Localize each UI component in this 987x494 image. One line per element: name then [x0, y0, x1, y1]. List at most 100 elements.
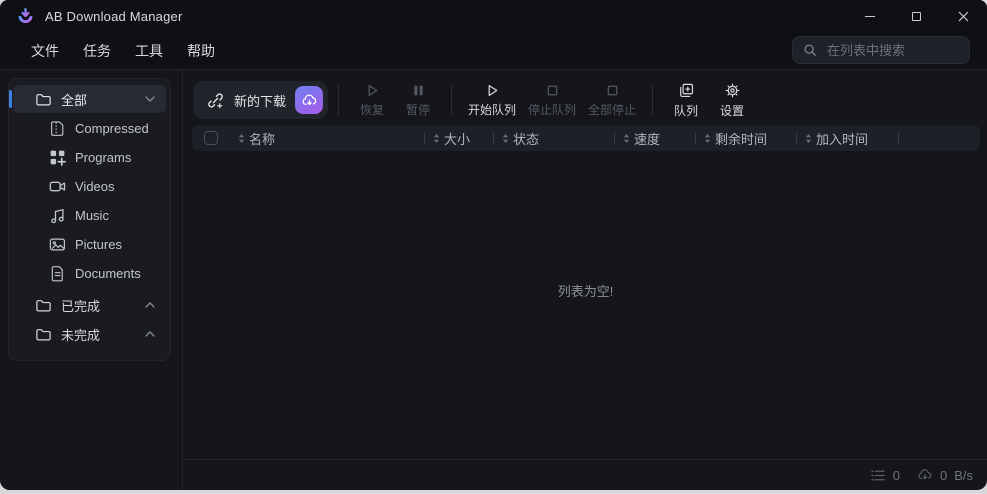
- sidebar-item-compressed[interactable]: Compressed: [13, 114, 166, 142]
- close-button[interactable]: [940, 1, 987, 31]
- sort-icon: [433, 133, 440, 144]
- pause-label: 暂停: [406, 102, 431, 117]
- sidebar-item-all[interactable]: 全部: [9, 85, 166, 113]
- app-title: AB Download Manager: [45, 8, 183, 24]
- music-note-icon: [51, 208, 64, 223]
- header: AB Download Manager 文件 任务 工具 帮助: [0, 0, 987, 70]
- empty-list-message: 列表为空!: [557, 284, 614, 299]
- sidebar-item-finished[interactable]: 已完成: [13, 291, 166, 319]
- settings-button[interactable]: 设置: [709, 79, 755, 121]
- sort-icon: [805, 133, 812, 144]
- sidebar-item-unfinished[interactable]: 未完成: [13, 320, 166, 348]
- toolbar-separator: [451, 85, 453, 115]
- column-header-status[interactable]: 状态: [494, 125, 614, 151]
- selected-indicator: [9, 90, 12, 108]
- select-all-checkbox[interactable]: [204, 131, 218, 145]
- chevron-up-icon: [145, 331, 155, 337]
- sort-icon: [623, 133, 630, 144]
- column-label: 速度: [634, 131, 661, 147]
- picture-icon: [49, 237, 65, 251]
- column-label: 剩余时间: [715, 131, 768, 147]
- sidebar: 全部 Compressed Programs Videos Music Pict…: [0, 71, 183, 490]
- minimize-icon: [864, 15, 875, 17]
- queue-label: 队列: [674, 103, 699, 118]
- sidebar-item-videos[interactable]: Videos: [13, 172, 166, 200]
- column-header-added[interactable]: 加入时间: [797, 125, 898, 151]
- main-panel: 新的下载 恢复 暂停 开始队列 停止队列 全部停止 队列 设置 名称 大小 状态…: [184, 71, 987, 490]
- speed-value: 0: [939, 467, 948, 483]
- link-plus-icon: [206, 91, 225, 110]
- column-header-name[interactable]: 名称: [230, 125, 424, 151]
- sort-icon: [238, 133, 245, 144]
- column-header-eta[interactable]: 剩余时间: [696, 125, 796, 151]
- sidebar-item-label: Programs: [75, 149, 132, 165]
- sidebar-item-label: Pictures: [75, 236, 122, 252]
- stop-icon: [605, 83, 620, 98]
- app-logo-icon: [18, 7, 33, 23]
- maximize-button[interactable]: [893, 1, 940, 31]
- app-window: AB Download Manager 文件 任务 工具 帮助 全部: [0, 0, 987, 490]
- speed-unit: B/s: [954, 467, 973, 483]
- stop-all-label: 全部停止: [588, 102, 637, 117]
- apps-grid-icon: [50, 150, 66, 166]
- sidebar-item-music[interactable]: Music: [13, 201, 166, 229]
- sidebar-item-documents[interactable]: Documents: [13, 259, 166, 287]
- sidebar-item-label: Music: [75, 207, 109, 223]
- column-header-size[interactable]: 大小: [425, 125, 493, 151]
- cloud-download-icon: [917, 467, 933, 483]
- menu-tasks[interactable]: 任务: [79, 38, 115, 64]
- sort-icon: [502, 133, 509, 144]
- sidebar-item-label: Compressed: [75, 120, 149, 136]
- new-download-button[interactable]: 新的下载: [193, 81, 329, 119]
- quick-download-button[interactable]: [295, 86, 324, 114]
- folder-icon: [36, 299, 51, 311]
- stop-icon: [545, 83, 560, 98]
- column-header-speed[interactable]: 速度: [615, 125, 695, 151]
- queue-count: 0: [892, 467, 900, 483]
- start-queue-label: 开始队列: [468, 102, 517, 117]
- search-box: [792, 36, 970, 64]
- menu-file[interactable]: 文件: [27, 38, 63, 64]
- settings-label: 设置: [720, 103, 745, 118]
- toolbar: 新的下载 恢复 暂停 开始队列 停止队列 全部停止 队列 设置: [193, 78, 987, 122]
- stop-queue-label: 停止队列: [528, 102, 577, 117]
- toolbar-separator: [652, 85, 654, 115]
- video-camera-icon: [49, 181, 66, 191]
- stop-queue-button[interactable]: 停止队列: [522, 79, 582, 121]
- folder-icon: [36, 328, 51, 340]
- column-label: 大小: [444, 131, 471, 147]
- table-header: 名称 大小 状态 速度 剩余时间 加入时间: [192, 125, 980, 151]
- chevron-down-icon: [145, 96, 155, 102]
- titlebar: AB Download Manager: [0, 0, 987, 32]
- zip-file-icon: [51, 120, 64, 136]
- resume-label: 恢复: [360, 102, 385, 117]
- menu-help[interactable]: 帮助: [183, 38, 219, 64]
- play-icon: [485, 83, 500, 98]
- toolbar-separator: [338, 85, 340, 115]
- close-icon: [958, 11, 969, 21]
- download-list-icon: [870, 469, 886, 482]
- sidebar-item-pictures[interactable]: Pictures: [13, 230, 166, 258]
- play-icon: [365, 83, 380, 98]
- column-label: 加入时间: [816, 131, 869, 147]
- menu-tools[interactable]: 工具: [131, 38, 167, 64]
- resume-button[interactable]: 恢复: [349, 79, 395, 121]
- maximize-icon: [912, 11, 921, 21]
- pause-button[interactable]: 暂停: [395, 79, 441, 121]
- start-queue-button[interactable]: 开始队列: [462, 79, 522, 121]
- chevron-up-icon: [145, 302, 155, 308]
- minimize-button[interactable]: [846, 1, 893, 31]
- select-all-cell: [192, 131, 230, 145]
- sidebar-item-programs[interactable]: Programs: [13, 143, 166, 171]
- stop-all-button[interactable]: 全部停止: [582, 79, 642, 121]
- sort-icon: [704, 133, 711, 144]
- column-label: 名称: [249, 131, 276, 147]
- document-icon: [51, 265, 63, 281]
- pause-icon: [411, 83, 426, 98]
- sidebar-item-label: 未完成: [61, 327, 101, 343]
- sidebar-item-label: Videos: [75, 178, 115, 194]
- column-label: 状态: [513, 131, 540, 147]
- queue-icon: [678, 82, 695, 99]
- queue-button[interactable]: 队列: [663, 79, 709, 121]
- search-input[interactable]: [825, 41, 959, 59]
